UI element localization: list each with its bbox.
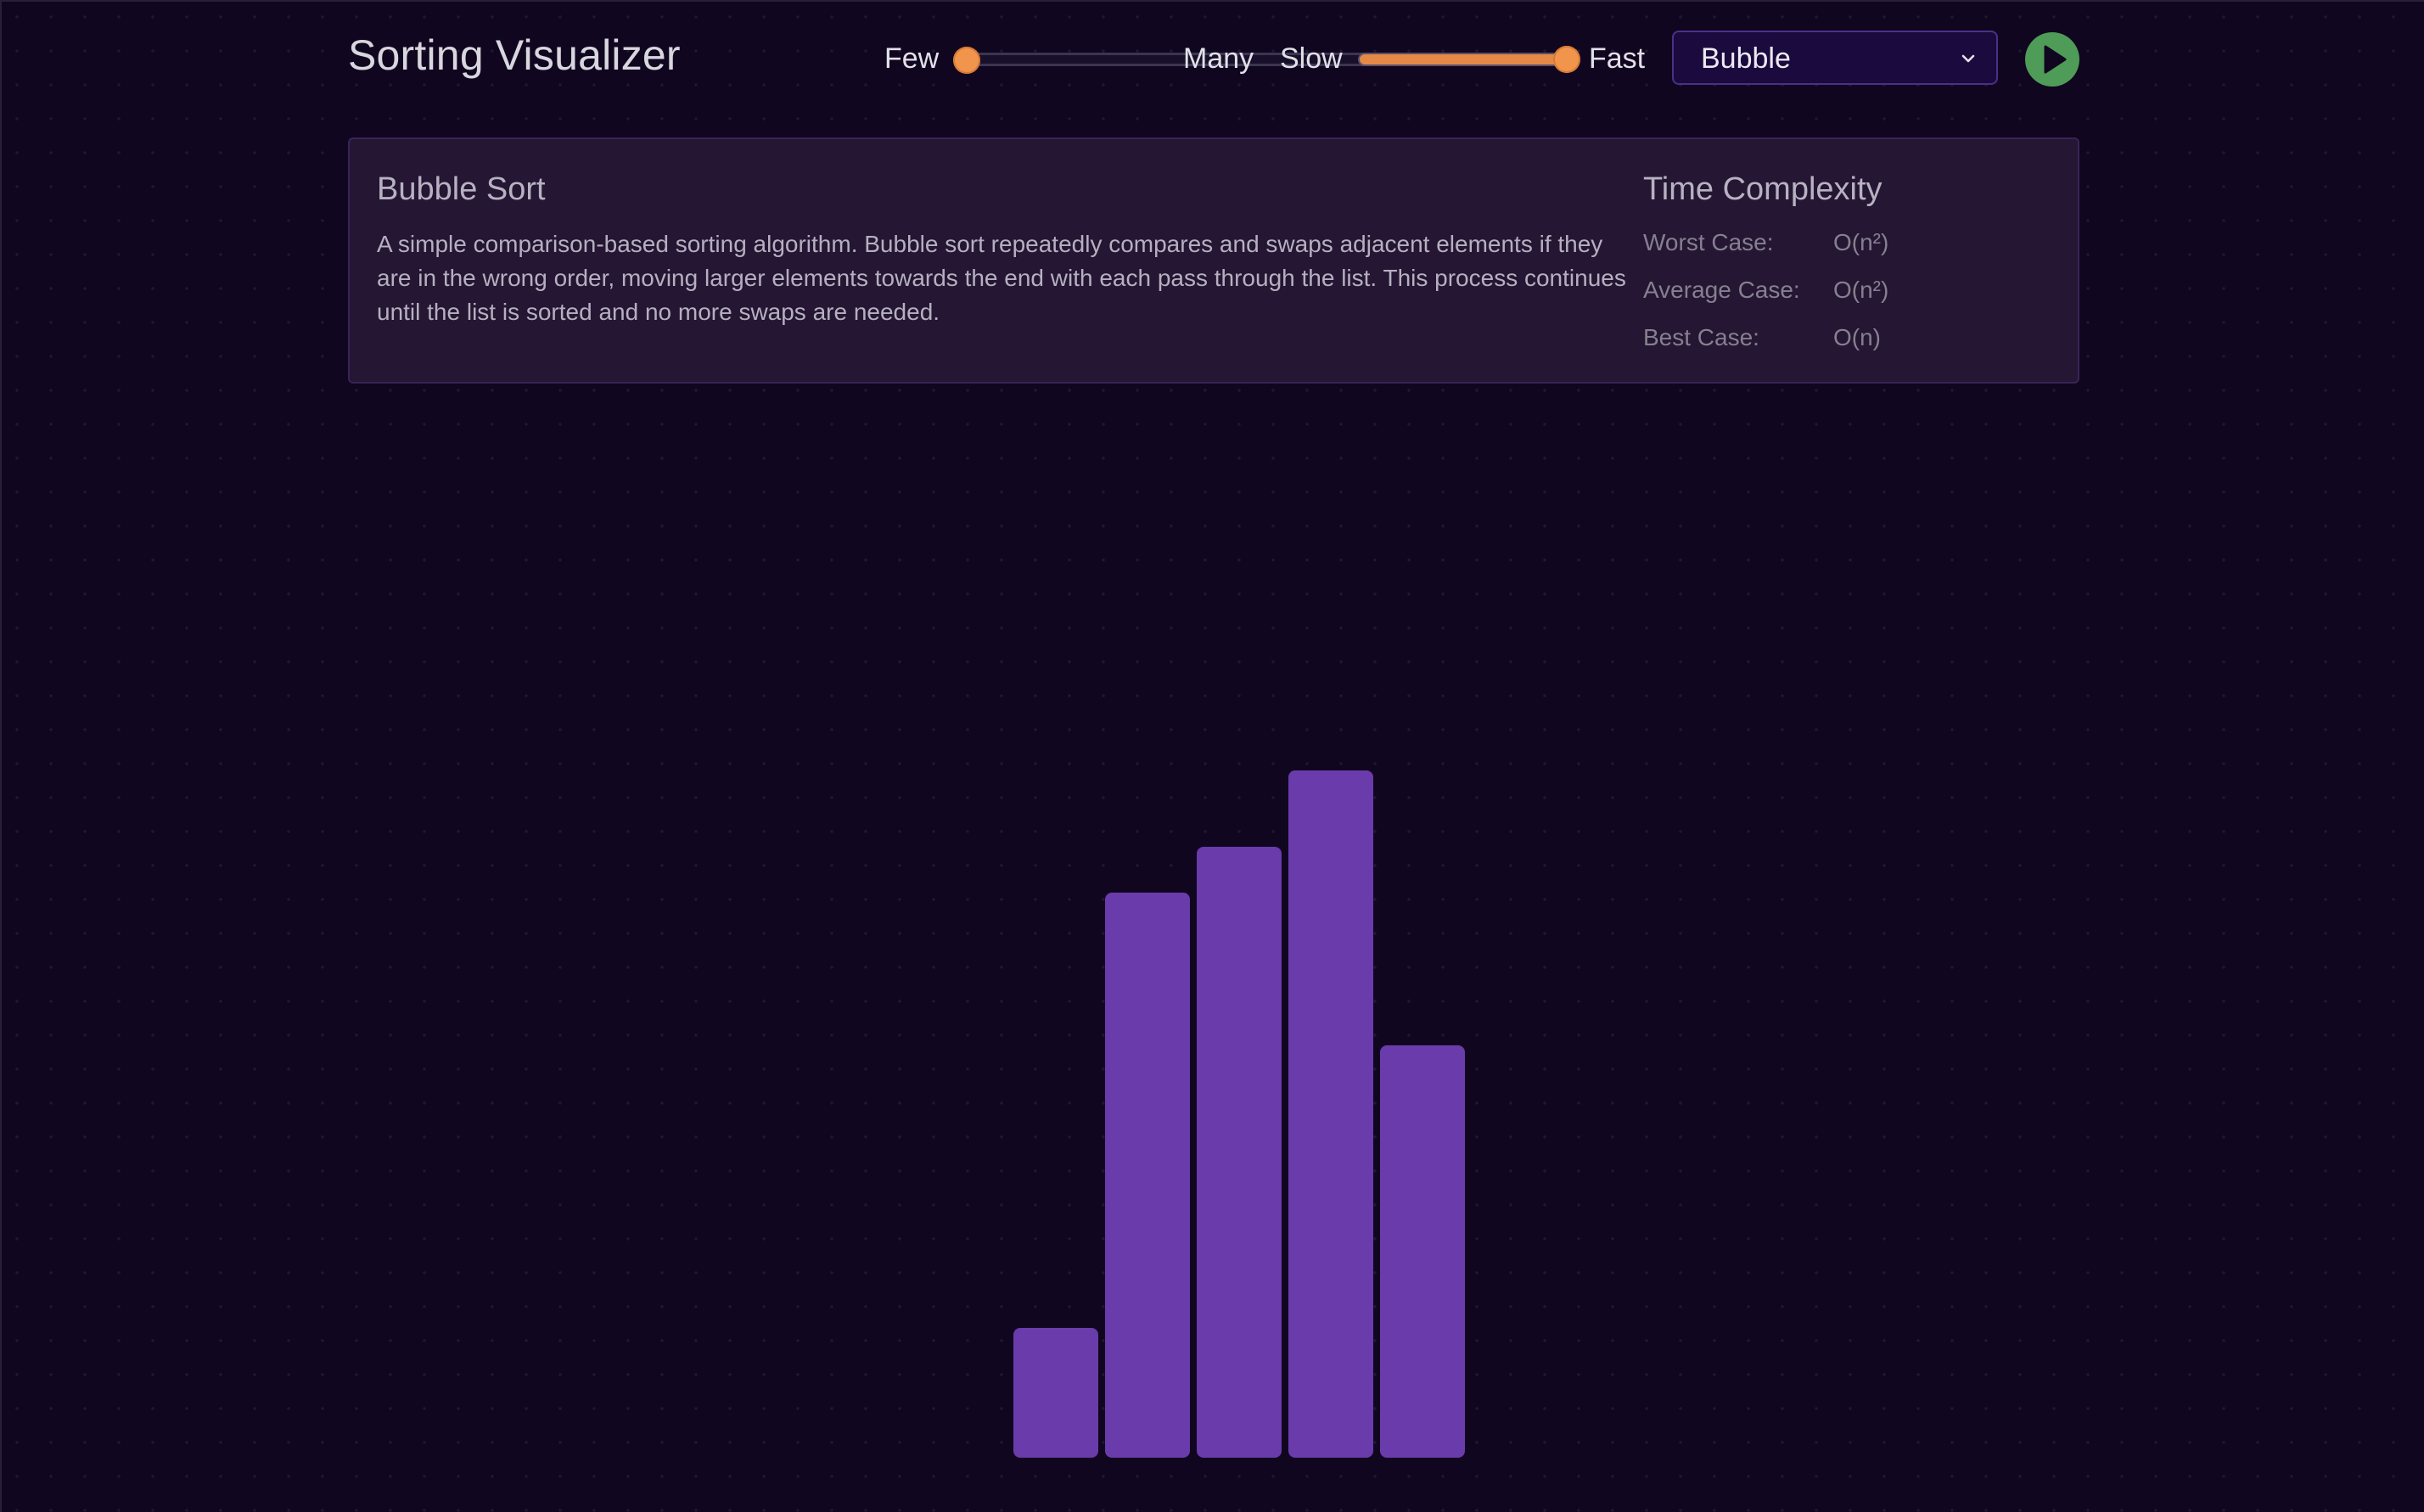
complexity-value: O(n²) (1833, 277, 1889, 303)
complexity-label: Best Case: (1643, 324, 1759, 350)
speed-min-label: Slow (1280, 42, 1343, 75)
algorithm-info-card: Bubble Sort A simple comparison-based so… (348, 137, 2079, 384)
complexity-label: Worst Case: (1643, 229, 1774, 255)
time-complexity-title: Time Complexity (1643, 171, 1883, 207)
algorithm-name: Bubble Sort (377, 171, 546, 207)
array-bar (1105, 893, 1190, 1458)
array-bar (1197, 847, 1282, 1458)
size-max-label: Many (1183, 42, 1254, 75)
speed-slider[interactable] (1358, 46, 1580, 73)
chevron-down-icon (1961, 54, 1975, 63)
algorithm-select[interactable]: Bubble (1672, 31, 1998, 85)
speed-slider-thumb[interactable] (1553, 46, 1580, 73)
header-bar: Sorting Visualizer Few Many Slow Fast Bu… (348, 25, 2079, 93)
app-title: Sorting Visualizer (348, 31, 681, 79)
size-min-label: Few (884, 42, 940, 75)
array-size-slider-thumb[interactable] (953, 47, 980, 74)
algorithm-select-value: Bubble (1701, 42, 1791, 75)
play-button[interactable] (2025, 32, 2079, 87)
complexity-label: Average Case: (1643, 277, 1800, 303)
complexity-value: O(n) (1833, 324, 1881, 350)
complexity-value: O(n²) (1833, 229, 1889, 255)
array-bar (1380, 1045, 1465, 1458)
array-bar (1013, 1328, 1098, 1458)
play-icon (2044, 45, 2067, 74)
speed-max-label: Fast (1589, 42, 1646, 75)
algorithm-description: A simple comparison-based sorting algori… (377, 231, 1626, 325)
array-bar (1288, 770, 1373, 1458)
